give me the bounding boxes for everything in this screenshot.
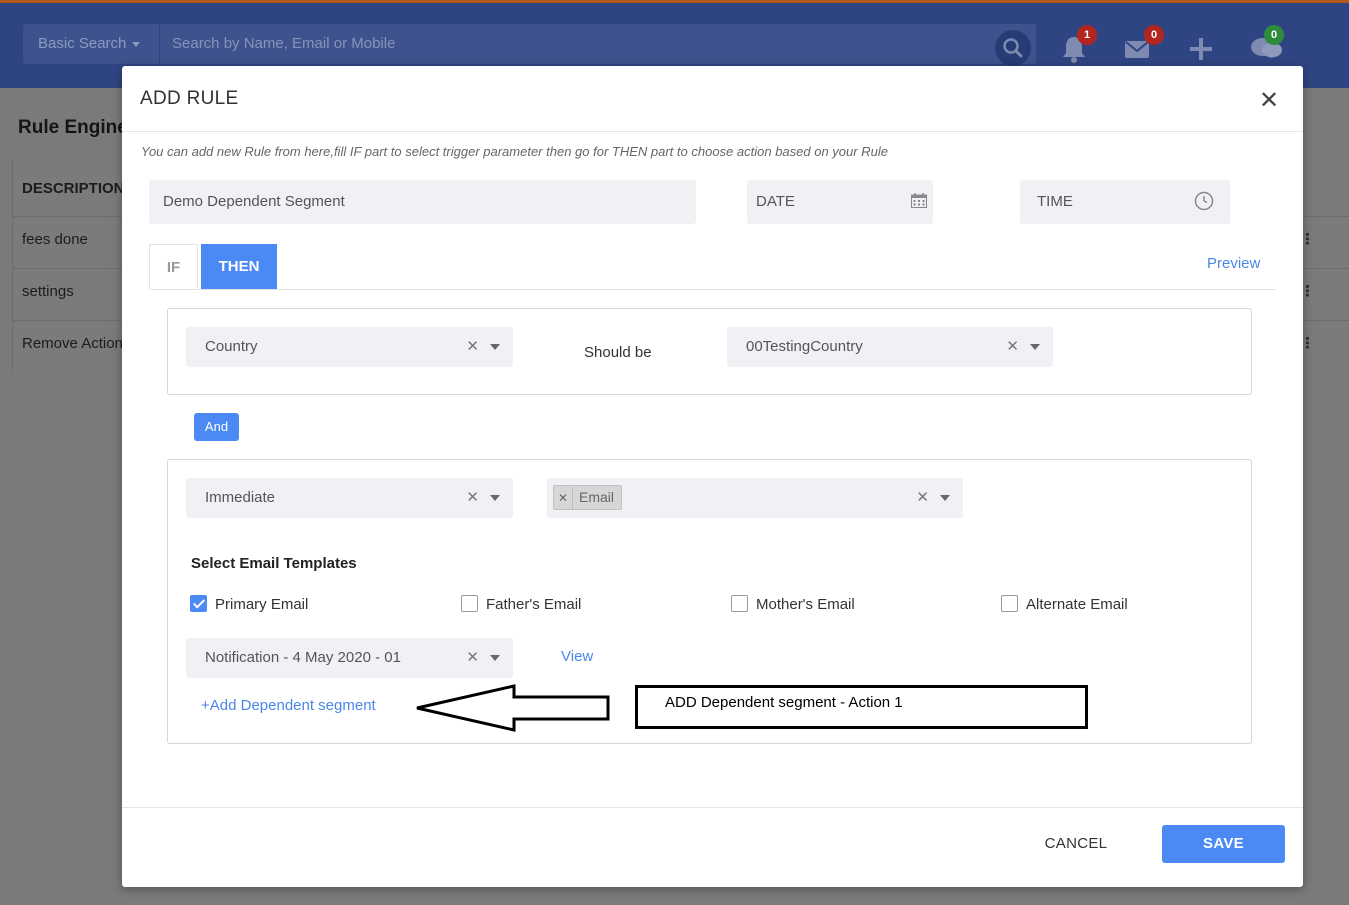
condition-field-select[interactable]: Country ✕ xyxy=(186,327,513,367)
calendar-icon[interactable] xyxy=(911,193,927,208)
checkbox-label: Father's Email xyxy=(486,596,582,613)
clear-icon[interactable]: ✕ xyxy=(1006,327,1019,367)
and-button[interactable]: And xyxy=(194,413,239,441)
save-button[interactable]: SAVE xyxy=(1162,825,1285,863)
clock-icon[interactable] xyxy=(1194,191,1214,211)
plus-icon xyxy=(1190,38,1212,60)
checkbox-label: Primary Email xyxy=(215,596,309,613)
checkbox-unchecked-icon[interactable] xyxy=(461,595,478,612)
table-header-description: DESCRIPTION xyxy=(22,180,125,197)
checkbox-label: Mother's Email xyxy=(756,596,855,613)
clear-icon[interactable]: ✕ xyxy=(466,638,479,678)
checkbox-label: Alternate Email xyxy=(1026,596,1128,613)
tab-then[interactable]: THEN xyxy=(201,244,277,290)
checkbox-primary-email[interactable]: Primary Email xyxy=(190,595,308,613)
modal-hint: You can add new Rule from here,fill IF p… xyxy=(141,144,888,159)
modal-header-divider xyxy=(122,131,1303,132)
time-placeholder: TIME xyxy=(1037,193,1073,210)
modal-title: ADD RULE xyxy=(140,88,239,109)
table-row[interactable]: settings xyxy=(22,283,74,300)
time-picker[interactable]: TIME xyxy=(1020,180,1230,224)
chevron-down-icon[interactable] xyxy=(940,495,950,501)
notifications-button[interactable]: 1 xyxy=(1060,25,1097,63)
notifications-badge: 1 xyxy=(1077,25,1097,45)
chat-button[interactable]: 0 xyxy=(1250,25,1284,63)
tab-if[interactable]: IF xyxy=(149,244,198,290)
channel-multiselect[interactable]: ✕ Email ✕ xyxy=(547,478,963,518)
search-input[interactable]: Search by Name, Email or Mobile xyxy=(160,24,1036,64)
checkbox-unchecked-icon[interactable] xyxy=(731,595,748,612)
chip-remove-icon[interactable]: ✕ xyxy=(554,487,573,510)
chevron-down-icon[interactable] xyxy=(490,495,500,501)
timing-select[interactable]: Immediate ✕ xyxy=(186,478,513,518)
timing-value: Immediate xyxy=(205,489,276,506)
add-dependent-segment-link[interactable]: +Add Dependent segment xyxy=(201,697,376,714)
add-button[interactable] xyxy=(1187,33,1217,63)
checkbox-unchecked-icon[interactable] xyxy=(1001,595,1018,612)
search-icon xyxy=(1003,38,1023,58)
clear-icon[interactable]: ✕ xyxy=(466,478,479,518)
search-type-dropdown[interactable]: Basic Search xyxy=(23,24,159,64)
operator-label: Should be xyxy=(584,344,652,361)
table-row[interactable]: fees done xyxy=(22,231,88,248)
checkbox-fathers-email[interactable]: Father's Email xyxy=(461,595,581,613)
search-button[interactable] xyxy=(995,30,1031,66)
template-select[interactable]: Notification - 4 May 2020 - 01 ✕ xyxy=(186,638,513,678)
condition-field-value: Country xyxy=(205,338,258,355)
chat-badge: 0 xyxy=(1264,25,1284,45)
rule-name-input[interactable]: Demo Dependent Segment xyxy=(149,180,696,224)
cancel-button[interactable]: CANCEL xyxy=(1032,826,1120,862)
modal-footer-divider xyxy=(122,807,1303,808)
preview-link[interactable]: Preview xyxy=(1207,255,1260,272)
chevron-down-icon[interactable] xyxy=(490,344,500,350)
clear-icon[interactable]: ✕ xyxy=(466,327,479,367)
messages-badge: 0 xyxy=(1144,25,1164,45)
checkbox-mothers-email[interactable]: Mother's Email xyxy=(731,595,855,613)
clear-icon[interactable]: ✕ xyxy=(916,478,929,518)
date-placeholder: DATE xyxy=(756,193,795,210)
channel-chip-label: Email xyxy=(579,489,615,505)
checkbox-checked-icon[interactable] xyxy=(190,595,207,612)
templates-title: Select Email Templates xyxy=(191,555,357,572)
table-row[interactable]: Remove Action xyxy=(22,335,123,352)
messages-button[interactable]: 0 xyxy=(1124,25,1164,63)
chevron-down-icon[interactable] xyxy=(1030,344,1040,350)
annotation-box: ADD Dependent segment - Action 1 xyxy=(635,685,1088,729)
template-value: Notification - 4 May 2020 - 01 xyxy=(205,649,401,666)
caret-down-icon xyxy=(132,41,141,47)
add-rule-modal: ADD RULE ✕ You can add new Rule from her… xyxy=(122,66,1303,887)
condition-value: 00TestingCountry xyxy=(746,338,863,355)
tabs-divider xyxy=(149,289,1276,290)
annotation-arrow-icon xyxy=(416,684,610,732)
checkbox-alternate-email[interactable]: Alternate Email xyxy=(1001,595,1128,613)
view-template-link[interactable]: View xyxy=(561,648,593,665)
chevron-down-icon[interactable] xyxy=(490,655,500,661)
condition-value-select[interactable]: 00TestingCountry ✕ xyxy=(727,327,1053,367)
close-icon[interactable]: ✕ xyxy=(1259,86,1279,115)
date-picker[interactable]: DATE xyxy=(747,180,933,224)
channel-chip: ✕ Email xyxy=(553,485,623,510)
annotation-text: ADD Dependent segment - Action 1 xyxy=(665,694,903,711)
search-type-label: Basic Search xyxy=(38,35,127,52)
condition-panel: Country ✕ Should be 00TestingCountry ✕ xyxy=(167,308,1252,395)
page-title: Rule Engine xyxy=(18,117,128,138)
